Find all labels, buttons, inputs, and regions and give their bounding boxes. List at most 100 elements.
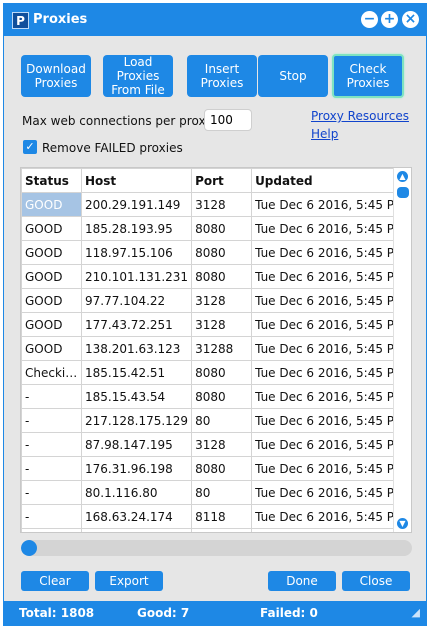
cell-updated: Tue Dec 6 2016, 5:45 PM — [251, 240, 409, 265]
total-count: Total: 1808 — [19, 606, 95, 620]
cell-status: - — [21, 480, 82, 505]
column-header-host[interactable]: Host — [80, 168, 193, 193]
download-proxies-button[interactable]: Download Proxies — [21, 55, 91, 97]
export-button[interactable]: Export — [95, 571, 163, 591]
cell-host: 97.77.104.22 — [80, 288, 193, 313]
check-proxies-button[interactable]: Check Proxies — [332, 54, 404, 98]
table-row[interactable]: - — [21, 528, 409, 532]
failed-count: Failed: 0 — [260, 606, 318, 620]
table-row[interactable]: GOOD 185.28.193.95 8080 Tue Dec 6 2016, 5:4… — [21, 216, 409, 241]
cell-status: GOOD — [21, 312, 82, 337]
cell-port: 3128 — [191, 312, 253, 337]
cell-host: 185.28.193.95 — [80, 216, 193, 241]
insert-proxies-button[interactable]: Insert Proxies — [187, 55, 257, 97]
cell-updated: Tue Dec 6 2016, 5:45 PM — [251, 216, 409, 241]
cell-status: Checking... — [21, 360, 82, 385]
scroll-thumb[interactable] — [397, 187, 409, 198]
table-row[interactable]: GOOD 138.201.63.123 31288 Tue Dec 6 2016, 5… — [21, 336, 409, 361]
help-link[interactable]: Help — [311, 127, 338, 141]
table-row[interactable]: Checking...185.15.42.518080Tue Dec 6 201… — [21, 360, 409, 385]
column-header-port[interactable]: Port — [191, 168, 253, 193]
column-header-updated[interactable]: Updated — [251, 168, 409, 193]
remove-failed-label: Remove FAILED proxies — [42, 141, 183, 155]
cell-status: GOOD — [21, 336, 82, 361]
proxies-window: P Proxies − + × Download Proxies Load Pr… — [3, 3, 427, 626]
cell-host: 87.98.147.195 — [80, 432, 193, 457]
cell-port: 8118 — [191, 504, 253, 529]
table-row[interactable]: -217.128.175.129 80 Tue Dec 6 2016, 5:45 P… — [21, 408, 409, 433]
cell-port: 3128 — [191, 432, 253, 457]
cell-port: 8080 — [191, 264, 253, 289]
cell-port: 8080 — [191, 384, 253, 409]
good-count: Good: 7 — [137, 606, 190, 620]
stop-button[interactable]: Stop — [258, 55, 328, 97]
cell-host: 200.29.191.149 — [80, 192, 193, 217]
cell-updated: Tue Dec 6 2016, 5:45 PM — [251, 312, 409, 337]
cell-host: 138.201.63.123 — [80, 336, 193, 361]
cell-status: - — [21, 408, 82, 433]
done-button[interactable]: Done — [268, 571, 336, 591]
cell-updated: Tue Dec 6 2016, 5:45 PM — [251, 408, 409, 433]
table-row[interactable]: -87.98.147.195 3128 Tue Dec 6 2016, 5:45 P… — [21, 432, 409, 457]
table-row[interactable]: GOOD 97.77.104.22 3128 Tue Dec 6 2016, 5:45… — [21, 288, 409, 313]
cell-updated: Tue Dec 6 2016, 5:45 PM — [251, 288, 409, 313]
cell-updated: Tue Dec 6 2016, 5:45 PM — [251, 360, 409, 385]
table-row[interactable]: GOOD 118.97.15.106 8080 Tue Dec 6 2016, 5:4… — [21, 240, 409, 265]
cell-port: 8080 — [191, 240, 253, 265]
cell-host: 176.31.96.198 — [80, 456, 193, 481]
progress-bar-fill — [21, 540, 37, 556]
cell-status: - — [21, 384, 82, 409]
cell-port: 3128 — [191, 288, 253, 313]
clear-button[interactable]: Clear — [21, 571, 89, 591]
cell-port: 8080 — [191, 360, 253, 385]
title-bar[interactable]: P Proxies − + × — [4, 4, 426, 36]
table-row[interactable]: -80.1.116.80 80 Tue Dec 6 2016, 5:45 PM — [21, 480, 409, 505]
table-row[interactable]: -176.31.96.198 8080 Tue Dec 6 2016, 5:45 P… — [21, 456, 409, 481]
close-icon[interactable]: × — [402, 11, 419, 28]
scroll-up-icon[interactable]: ▲ — [397, 171, 408, 182]
table-row[interactable]: -185.15.43.54 8080 Tue Dec 6 2016, 5:45 PM — [21, 384, 409, 409]
table-row[interactable]: GOOD 210.101.131.231 8080 Tue Dec 6 2016, 5… — [21, 264, 409, 289]
table-row[interactable]: GOOD 177.43.72.251 3128 Tue Dec 6 2016, 5:4… — [21, 312, 409, 337]
cell-host: 217.128.175.129 — [80, 408, 193, 433]
table-row[interactable]: GOOD 200.29.191.149 3128 Tue Dec 6 2016, 5:… — [21, 192, 409, 217]
app-icon: P — [12, 12, 29, 29]
cell-port — [191, 528, 253, 532]
cell-port: 8080 — [191, 216, 253, 241]
table-header-row: Status Host Port Updated — [21, 168, 409, 193]
cell-updated: Tue Dec 6 2016, 5:45 PM — [251, 504, 409, 529]
scroll-down-icon[interactable]: ▼ — [397, 518, 408, 529]
maximize-icon[interactable]: + — [381, 11, 398, 28]
cell-updated: Tue Dec 6 2016, 5:45 PM — [251, 264, 409, 289]
cell-port: 3128 — [191, 192, 253, 217]
cell-port: 8080 — [191, 456, 253, 481]
cell-host: 80.1.116.80 — [80, 480, 193, 505]
cell-host — [80, 528, 193, 532]
cell-updated: Tue Dec 6 2016, 5:45 PM — [251, 456, 409, 481]
cell-status: - — [21, 432, 82, 457]
cell-updated: Tue Dec 6 2016, 5:45 PM — [251, 336, 409, 361]
cell-host: 118.97.15.106 — [80, 240, 193, 265]
vertical-scrollbar[interactable]: ▲ ▼ — [393, 168, 411, 532]
table-row[interactable]: -168.63.24.174 8118 Tue Dec 6 2016, 5:45 P… — [21, 504, 409, 529]
proxy-resources-link[interactable]: Proxy Resources — [311, 109, 409, 123]
remove-failed-checkbox[interactable]: ✓ — [23, 140, 37, 154]
close-button[interactable]: Close — [342, 571, 410, 591]
proxy-table: Status Host Port Updated GOOD 200.29.191.… — [20, 167, 412, 533]
table-body: GOOD 200.29.191.149 3128 Tue Dec 6 2016, 5:… — [21, 192, 409, 532]
cell-port: 80 — [191, 480, 253, 505]
resize-grip-icon[interactable]: ◢ — [412, 606, 420, 619]
cell-status: GOOD — [21, 264, 82, 289]
cell-host: 210.101.131.231 — [80, 264, 193, 289]
cell-status: - — [21, 504, 82, 529]
cell-updated — [251, 528, 409, 532]
cell-port: 31288 — [191, 336, 253, 361]
minimize-icon[interactable]: − — [361, 11, 378, 28]
cell-status: - — [21, 456, 82, 481]
cell-port: 80 — [191, 408, 253, 433]
cell-status: GOOD — [21, 288, 82, 313]
column-header-status[interactable]: Status — [21, 168, 82, 193]
max-connections-input[interactable] — [204, 109, 252, 131]
load-proxies-button[interactable]: Load Proxies From File — [103, 55, 173, 97]
cell-updated: Tue Dec 6 2016, 5:45 PM — [251, 480, 409, 505]
